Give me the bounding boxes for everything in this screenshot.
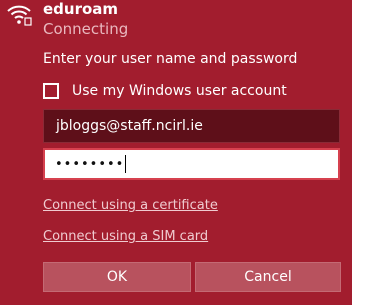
cancel-button[interactable]: Cancel (195, 262, 341, 292)
connect-certificate-link[interactable]: Connect using a certificate (43, 197, 218, 215)
username-field[interactable]: jbloggs@staff.ncirl.ie (43, 109, 340, 143)
username-value: jbloggs@staff.ncirl.ie (56, 118, 203, 134)
password-field[interactable]: •••••••• (43, 148, 340, 180)
use-windows-account-checkbox[interactable]: Use my Windows user account (43, 81, 287, 101)
checkbox-box[interactable] (43, 83, 59, 99)
text-caret (125, 155, 127, 173)
network-name: eduroam (43, 0, 119, 18)
network-flyout-panel: eduroam Connecting Enter your user name … (0, 0, 352, 305)
use-windows-account-label: Use my Windows user account (72, 83, 287, 99)
ok-button[interactable]: OK (43, 262, 191, 292)
connect-sim-card-link[interactable]: Connect using a SIM card (43, 228, 208, 246)
credentials-prompt: Enter your user name and password (43, 51, 298, 67)
password-value: •••••••• (55, 156, 125, 172)
wifi-secured-icon (7, 5, 32, 26)
network-status: Connecting (43, 20, 129, 38)
